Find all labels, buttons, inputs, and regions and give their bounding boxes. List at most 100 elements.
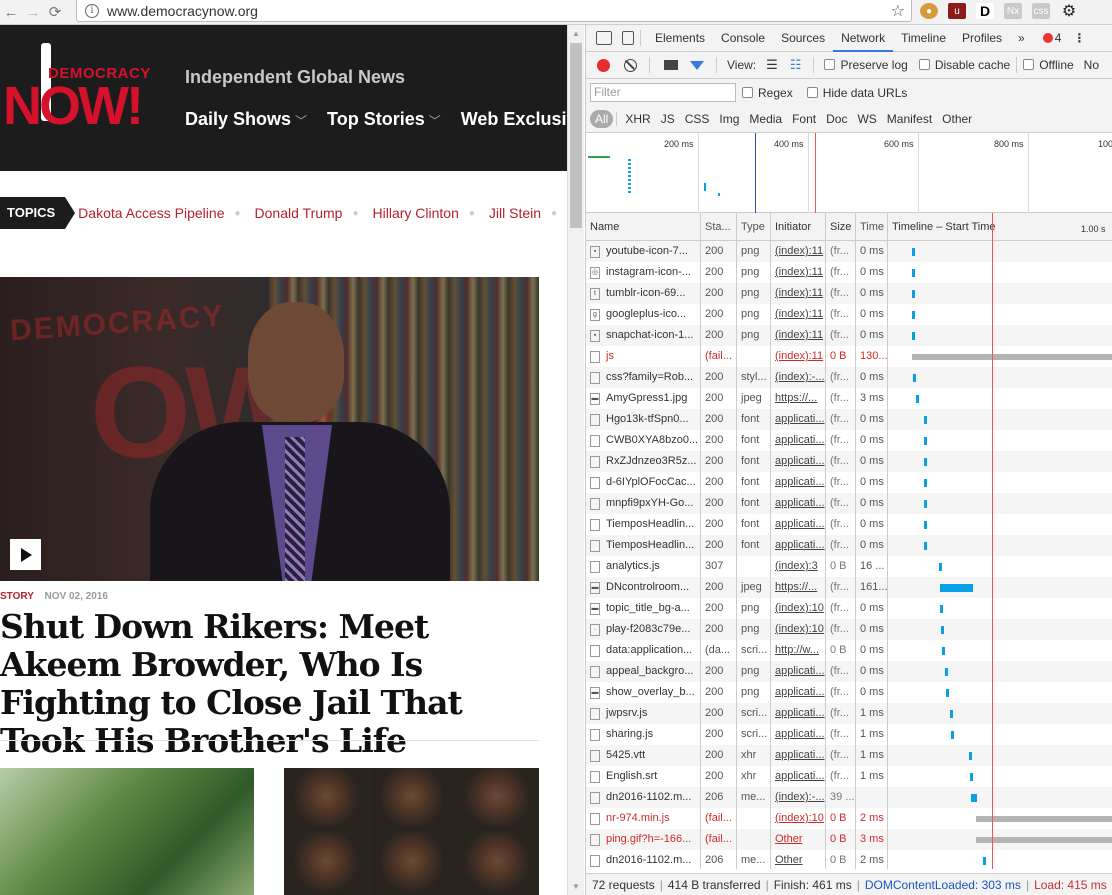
network-request-row[interactable]: ◎ instagram-icon-... 200 png (index):11 (fr..…	[586, 262, 1112, 283]
column-time[interactable]: Time	[856, 213, 888, 241]
request-initiator[interactable]: (index):10	[771, 808, 826, 829]
preserve-log-checkbox[interactable]: Preserve log	[824, 58, 908, 72]
tab-elements[interactable]: Elements	[647, 25, 713, 52]
request-initiator[interactable]: applicati...	[771, 430, 826, 451]
network-request-row[interactable]: ▬ show_overlay_b... 200 png applicati... (fr.…	[586, 682, 1112, 703]
screenshot-camera-icon[interactable]	[664, 60, 678, 70]
network-request-row[interactable]: ping.gif?h=-166... (fail... Other 0 B3 ms	[586, 829, 1112, 850]
inspect-element-icon[interactable]	[596, 31, 612, 45]
hide-data-urls-checkbox[interactable]: Hide data URLs	[806, 86, 907, 100]
story-headline[interactable]: Shut Down Rikers: Meet Akeem Browder, Wh…	[0, 608, 540, 760]
column-timeline[interactable]: Timeline – Start Time 1.00 s	[888, 213, 1112, 241]
topic-link[interactable]: Dakota Access Pipeline	[78, 205, 224, 221]
column-initiator[interactable]: Initiator	[771, 213, 826, 241]
regex-checkbox[interactable]: Regex	[742, 86, 793, 100]
request-initiator[interactable]: applicati...	[771, 493, 826, 514]
checkbox[interactable]	[918, 59, 930, 70]
network-request-row[interactable]: data:application... (da... scri... http://w…	[586, 640, 1112, 661]
network-request-row[interactable]: ▪ snapchat-icon-1... 200 png (index):11 (fr..…	[586, 325, 1112, 346]
reload-icon[interactable]: ⟳	[44, 1, 66, 23]
scroll-down-icon[interactable]: ▼	[572, 882, 580, 891]
large-rows-icon[interactable]: ☰	[766, 57, 778, 73]
request-initiator[interactable]: Other	[771, 829, 826, 850]
column-type[interactable]: Type	[737, 213, 771, 241]
request-initiator[interactable]: (index):-...	[771, 787, 826, 808]
tab-network[interactable]: Network	[833, 25, 894, 52]
topic-link[interactable]: Jill Stein	[489, 205, 541, 221]
network-request-row[interactable]: ▬ topic_title_bg-a... 200 png (index):10 (fr.…	[586, 598, 1112, 619]
nav-daily-shows[interactable]: Daily Shows ﹀	[185, 109, 307, 130]
gear-icon[interactable]: ⚙	[1060, 3, 1078, 20]
tab-sources[interactable]: Sources	[773, 25, 833, 52]
ublock-extension-icon[interactable]: u	[948, 3, 966, 19]
address-bar[interactable]: i www.democracynow.org ☆	[76, 0, 912, 22]
request-initiator[interactable]: applicati...	[771, 535, 826, 556]
request-initiator[interactable]: applicati...	[771, 724, 826, 745]
cookie-extension-icon[interactable]: ●	[920, 3, 938, 19]
type-filter-doc[interactable]: Doc	[821, 110, 852, 128]
request-initiator[interactable]: (index):11	[771, 262, 826, 283]
request-initiator[interactable]: applicati...	[771, 766, 826, 787]
nav-web-exclusives[interactable]: Web Exclusives	[461, 109, 567, 130]
request-initiator[interactable]: (index):10	[771, 619, 826, 640]
clear-icon[interactable]	[624, 58, 637, 72]
network-request-row[interactable]: t tumblr-icon-69... 200 png (index):11 (fr...…	[586, 283, 1112, 304]
network-request-row[interactable]: CWB0XYA8bzo0... 200 font applicati... (fr...…	[586, 430, 1112, 451]
network-request-row[interactable]: dn2016-1102.m... 206 me... Other 0 B2 ms	[586, 850, 1112, 869]
column-status[interactable]: Sta...	[701, 213, 737, 241]
faces-story-thumbnail[interactable]	[284, 768, 539, 895]
filter-icon[interactable]	[690, 60, 704, 70]
network-request-row[interactable]: g googleplus-ico... 200 png (index):11 (fr...…	[586, 304, 1112, 325]
back-icon[interactable]: ←	[0, 1, 22, 23]
request-initiator[interactable]: (index):11	[771, 346, 826, 367]
play-icon[interactable]	[10, 539, 41, 570]
request-initiator[interactable]: applicati...	[771, 409, 826, 430]
hero-video-thumbnail[interactable]: DEMOCRACY OW!	[0, 277, 539, 581]
topic-link[interactable]: Hillary Clinton	[373, 205, 459, 221]
network-overview[interactable]: 200 ms 400 ms 600 ms 800 ms 100	[586, 133, 1112, 213]
scroll-up-icon[interactable]: ▲	[572, 29, 580, 38]
scrollbar-thumb[interactable]	[570, 43, 582, 228]
request-initiator[interactable]: (index):10	[771, 598, 826, 619]
network-request-row[interactable]: ▬ DNcontrolroom... 200 jpeg https://... (fr..…	[586, 577, 1112, 598]
request-initiator[interactable]: applicati...	[771, 514, 826, 535]
checkbox[interactable]	[824, 59, 836, 70]
network-request-row[interactable]: dn2016-1102.m... 206 me... (index):-... 39 .…	[586, 787, 1112, 808]
network-request-row[interactable]: mnpfi9pxYH-Go... 200 font applicati... (fr..…	[586, 493, 1112, 514]
type-filter-xhr[interactable]: XHR	[620, 110, 655, 128]
waterfall-view-icon[interactable]: ☷	[790, 57, 802, 73]
type-filter-font[interactable]: Font	[787, 110, 821, 128]
error-count-badge[interactable]: 4	[1042, 31, 1061, 45]
network-request-row[interactable]: js (fail... (index):11 0 B 130...	[586, 346, 1112, 367]
network-request-row[interactable]: 5425.vtt 200 xhr applicati... (fr... 1 ms	[586, 745, 1112, 766]
type-filter-ws[interactable]: WS	[852, 110, 881, 128]
network-request-row[interactable]: English.srt 200 xhr applicati... (fr... 1 ms	[586, 766, 1112, 787]
type-filter-manifest[interactable]: Manifest	[882, 110, 937, 128]
democracy-now-logo[interactable]: DEMOCRACY NOW!	[3, 43, 158, 135]
request-initiator[interactable]: applicati...	[771, 451, 826, 472]
type-filter-media[interactable]: Media	[744, 110, 787, 128]
request-initiator[interactable]: applicati...	[771, 745, 826, 766]
network-request-row[interactable]: d-6IYplOFocCac... 200 font applicati... (fr.…	[586, 472, 1112, 493]
network-request-row[interactable]: nr-974.min.js (fail... (index):10 0 B2 ms	[586, 808, 1112, 829]
request-initiator[interactable]: applicati...	[771, 472, 826, 493]
request-initiator[interactable]: applicati...	[771, 682, 826, 703]
network-request-row[interactable]: ▬ AmyGpress1.jpg 200 jpeg https://... (fr... 3…	[586, 388, 1112, 409]
checkbox[interactable]	[806, 86, 818, 98]
filter-input[interactable]: Filter	[590, 83, 736, 102]
bookmark-star-icon[interactable]: ☆	[891, 1, 905, 21]
network-request-row[interactable]: css?family=Rob... 200 styl... (index):-...(…	[586, 367, 1112, 388]
request-initiator[interactable]: https://...	[771, 388, 826, 409]
request-initiator[interactable]: (index):11	[771, 304, 826, 325]
info-icon[interactable]: i	[85, 3, 99, 18]
request-initiator[interactable]: https://...	[771, 577, 826, 598]
more-tabs-icon[interactable]: »	[1010, 25, 1033, 52]
tab-console[interactable]: Console	[713, 25, 773, 52]
type-filter-js[interactable]: JS	[656, 110, 680, 128]
topic-link[interactable]: Donald Trump	[255, 205, 343, 221]
type-filter-other[interactable]: Other	[937, 110, 977, 128]
column-size[interactable]: Size	[826, 213, 856, 241]
network-request-row[interactable]: jwpsrv.js 200 scri... applicati... (fr... 1 m…	[586, 703, 1112, 724]
network-request-row[interactable]: analytics.js 307 (index):3 0 B 16 ...	[586, 556, 1112, 577]
type-filter-all[interactable]: All	[590, 110, 614, 128]
